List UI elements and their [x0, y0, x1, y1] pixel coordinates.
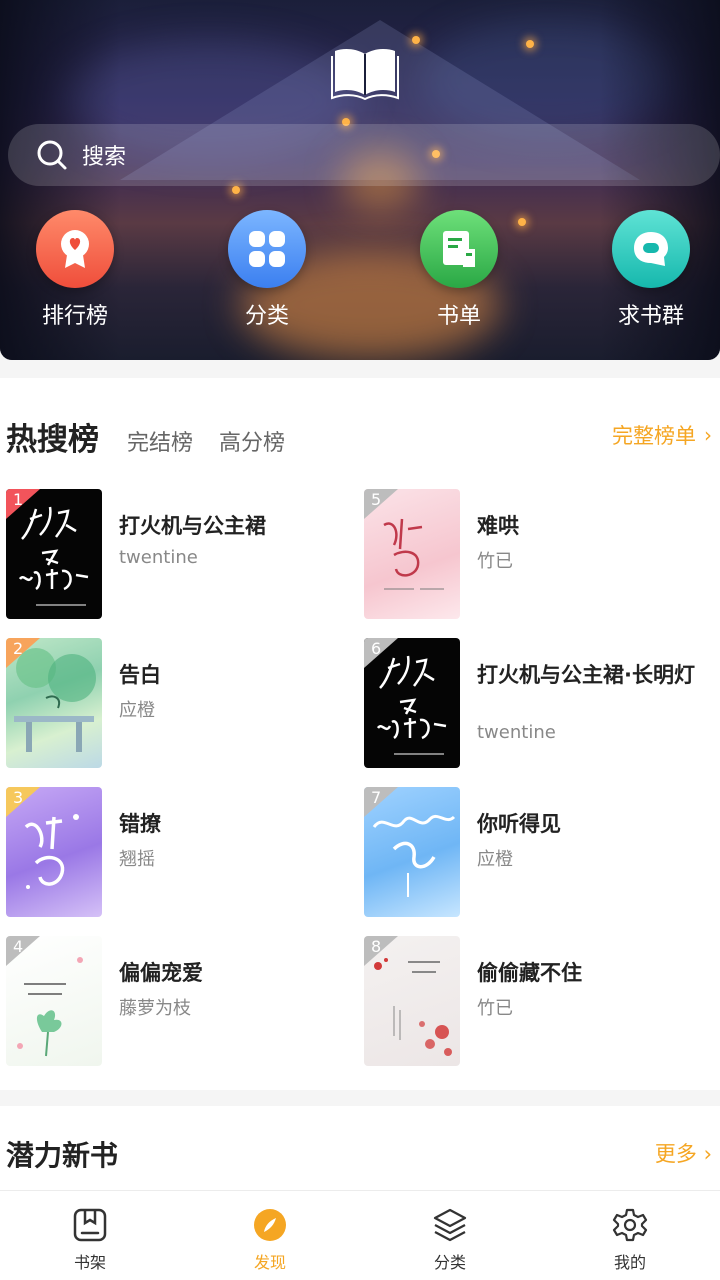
- nav-label: 发现: [253, 1253, 286, 1272]
- open-book-icon: [331, 49, 399, 100]
- book-item-8[interactable]: 8 偷偷藏不住 竹已: [364, 936, 714, 1068]
- lantern: [518, 218, 526, 226]
- potential-new-books-section: 潜力新书 更多 ›: [0, 1106, 720, 1190]
- category-grid-icon: [228, 210, 306, 288]
- book-author: 竹已: [477, 998, 513, 1019]
- nav-category[interactable]: 分类: [360, 1191, 540, 1280]
- book-title: 偏偏宠爱: [119, 961, 203, 985]
- quick-link-label: 求书群: [617, 304, 684, 329]
- book-cover: 8: [364, 936, 460, 1066]
- full-list-link[interactable]: 完整榜单 ›: [612, 420, 712, 450]
- nav-label: 我的: [613, 1253, 646, 1272]
- quick-link-category[interactable]: 分类: [207, 210, 327, 330]
- book-author: twentine: [119, 547, 198, 568]
- nav-discover[interactable]: 发现: [180, 1191, 360, 1280]
- book-author: 应橙: [477, 849, 513, 870]
- hot-list-card: 热搜榜 完结榜 高分榜 完整榜单 › 1 打火机与公主裙 twentine 2 …: [0, 378, 720, 1090]
- hero-banner: 搜索 排行榜 分类 书单 求书群: [0, 0, 720, 360]
- book-title: 错撩: [119, 812, 161, 836]
- book-cover: 4: [6, 936, 102, 1066]
- layers-icon: [433, 1208, 467, 1242]
- book-cover: 6: [364, 638, 460, 768]
- chat-bubble-icon: [612, 210, 690, 288]
- app-page: 搜索 排行榜 分类 书单 求书群 热搜榜 完结榜 高分榜 完整榜单 › 1 打火…: [0, 0, 720, 1280]
- quick-link-label: 分类: [244, 304, 289, 329]
- tab-hot-search[interactable]: 热搜榜: [6, 414, 99, 459]
- book-cover: 3: [6, 787, 102, 917]
- book-author: twentine: [477, 722, 556, 743]
- book-author: 藤萝为枝: [119, 998, 191, 1019]
- nav-bookshelf[interactable]: 书架: [0, 1191, 180, 1280]
- tab-high-score[interactable]: 高分榜: [219, 425, 285, 457]
- gear-icon: [612, 1208, 648, 1242]
- book-title: 打火机与公主裙·长明灯: [477, 663, 695, 687]
- book-title: 告白: [119, 663, 161, 687]
- nav-label: 书架: [73, 1253, 106, 1272]
- book-item-7[interactable]: 7 你听得见 应橙: [364, 787, 714, 919]
- search-placeholder: 搜索: [82, 145, 127, 170]
- book-item-3[interactable]: 3 错撩 翘摇: [6, 787, 356, 919]
- chevron-right-icon: ›: [704, 423, 712, 447]
- book-title: 你听得见: [477, 812, 561, 836]
- full-list-label: 完整榜单: [612, 424, 696, 448]
- search-bar[interactable]: 搜索: [8, 124, 720, 186]
- bottom-nav: 书架 发现 分类 我的: [0, 1190, 720, 1280]
- compass-icon: [254, 1209, 286, 1241]
- nav-label: 分类: [433, 1253, 466, 1272]
- book-author: 应橙: [119, 700, 155, 721]
- tab-completed[interactable]: 完结榜: [127, 425, 193, 457]
- lantern: [526, 40, 534, 48]
- book-item-2[interactable]: 2 告白 应橙: [6, 638, 356, 770]
- section-title: 潜力新书: [6, 1139, 119, 1172]
- book-title: 打火机与公主裙: [119, 514, 266, 538]
- ranking-tabs: 热搜榜 完结榜 高分榜: [6, 414, 285, 459]
- book-item-6[interactable]: 6 打火机与公主裙·长明灯 twentine: [364, 638, 714, 770]
- search-icon: [37, 140, 67, 170]
- chevron-right-icon: ›: [703, 1142, 712, 1166]
- lantern: [412, 36, 420, 44]
- book-item-4[interactable]: 4 偏偏宠爱 藤萝为枝: [6, 936, 356, 1068]
- booklist-icon: [420, 210, 498, 288]
- book-item-5[interactable]: 5 难哄 竹已: [364, 489, 714, 621]
- book-cover: 5: [364, 489, 460, 619]
- ranking-badge-icon: [36, 210, 114, 288]
- quick-link-booklist[interactable]: 书单: [399, 210, 519, 330]
- quick-link-request-group[interactable]: 求书群: [591, 210, 711, 330]
- quick-link-label: 书单: [436, 304, 481, 329]
- book-author: 翘摇: [119, 849, 155, 870]
- quick-link-label: 排行榜: [41, 304, 108, 329]
- bookshelf-icon: [73, 1208, 107, 1242]
- more-link[interactable]: 更多 ›: [655, 1138, 712, 1168]
- nav-mine[interactable]: 我的: [540, 1191, 720, 1280]
- book-author: 竹已: [477, 551, 513, 572]
- book-cover: 2: [6, 638, 102, 768]
- book-cover: 7: [364, 787, 460, 917]
- book-item-1[interactable]: 1 打火机与公主裙 twentine: [6, 489, 356, 621]
- lantern: [232, 186, 240, 194]
- quick-link-ranking[interactable]: 排行榜: [15, 210, 135, 330]
- book-title: 偷偷藏不住: [477, 961, 582, 985]
- book-cover: 1: [6, 489, 102, 619]
- book-title: 难哄: [477, 514, 519, 538]
